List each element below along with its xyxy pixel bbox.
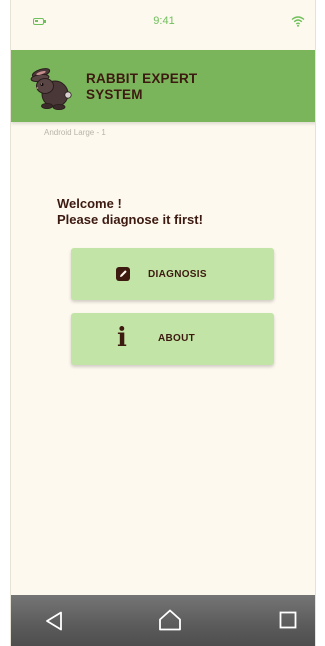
phone-screen: 9:41 RABBIT EXPERT SYSTEM Android Large … — [10, 0, 316, 646]
diagnosis-button-label: DIAGNOSIS — [148, 269, 207, 280]
app-header: RABBIT EXPERT SYSTEM — [11, 50, 315, 122]
recent-apps-icon[interactable] — [279, 611, 297, 629]
status-bar: 9:41 — [11, 0, 315, 46]
info-icon: i — [117, 323, 127, 353]
about-button-label: ABOUT — [158, 333, 196, 344]
edit-icon — [116, 267, 130, 281]
app-title-line1: RABBIT EXPERT — [86, 71, 198, 86]
rabbit-icon — [30, 68, 72, 111]
home-icon[interactable] — [158, 609, 182, 631]
wifi-icon — [291, 16, 305, 27]
diagnosis-button[interactable]: DIAGNOSIS — [71, 248, 274, 300]
navigation-bar — [11, 595, 315, 646]
welcome-message: Welcome ! Please diagnose it first! — [57, 196, 297, 228]
about-button[interactable]: i ABOUT — [71, 313, 274, 365]
app-title: RABBIT EXPERT SYSTEM — [86, 71, 286, 103]
frame-label: Android Large - 1 — [44, 128, 106, 137]
status-time: 9:41 — [153, 15, 175, 27]
back-triangle-icon[interactable] — [45, 611, 63, 631]
welcome-line2: Please diagnose it first! — [57, 212, 203, 227]
app-title-line2: SYSTEM — [86, 87, 143, 102]
welcome-line1: Welcome ! — [57, 196, 122, 211]
